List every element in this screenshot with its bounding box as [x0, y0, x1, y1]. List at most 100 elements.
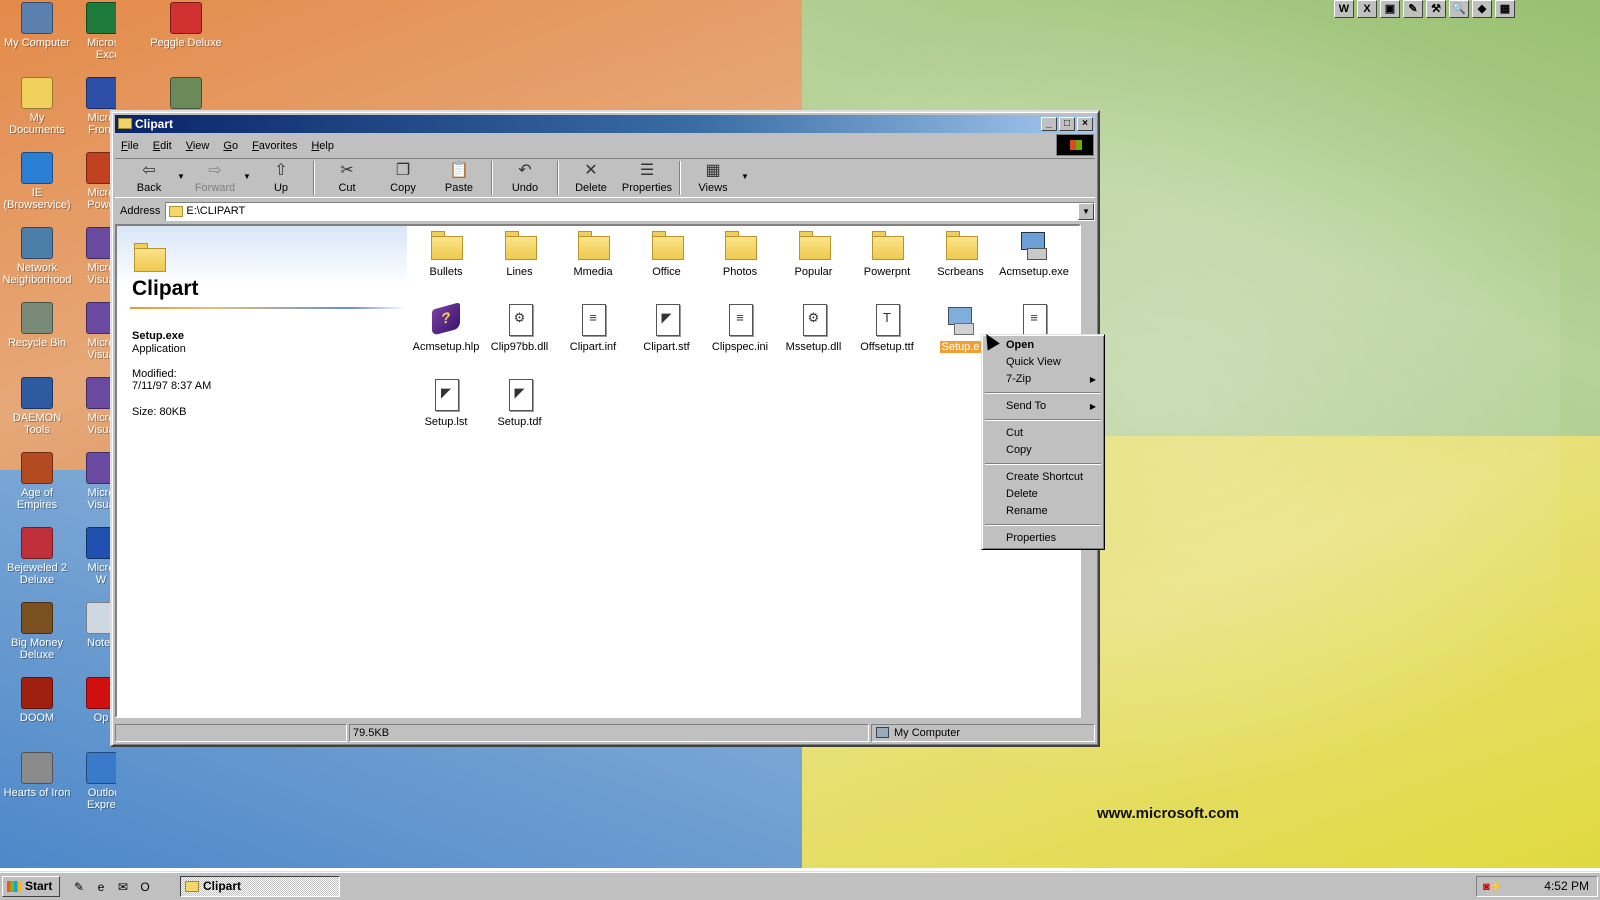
- desktop-icon-0[interactable]: My Computer: [0, 2, 74, 49]
- desktop-icon-5[interactable]: DAEMON Tools: [0, 377, 74, 436]
- menu-file[interactable]: File: [121, 140, 139, 152]
- menu-view[interactable]: View: [186, 140, 210, 152]
- file-item[interactable]: Acmsetup.exe: [997, 228, 1071, 278]
- show-desktop-icon[interactable]: ✎: [70, 878, 88, 896]
- windows-flag-icon: [7, 881, 21, 892]
- context-menu-delete[interactable]: Delete: [984, 486, 1102, 503]
- context-menu-copy[interactable]: Copy: [984, 442, 1102, 459]
- context-menu-cut[interactable]: Cut: [984, 425, 1102, 442]
- menu-edit[interactable]: Edit: [153, 140, 172, 152]
- folder-icon: [576, 228, 610, 262]
- file-item[interactable]: ⚙ Mssetup.dll: [777, 303, 851, 353]
- desktop-icon-10[interactable]: Hearts of Iron: [0, 752, 74, 799]
- menu-accelerator: V: [185, 140, 193, 152]
- file-item[interactable]: Lines: [483, 228, 557, 278]
- office-shortcut-button-0[interactable]: W: [1334, 0, 1354, 18]
- close-button[interactable]: ×: [1077, 117, 1093, 131]
- toolbar-copy-button[interactable]: ❐ Copy: [375, 159, 431, 197]
- office-shortcut-button-2[interactable]: ▣: [1380, 0, 1400, 18]
- address-dropdown-button[interactable]: ▼: [1078, 202, 1094, 220]
- file-item[interactable]: Photos: [703, 228, 777, 278]
- office-shortcut-button-4[interactable]: ⚒: [1426, 0, 1446, 18]
- file-item[interactable]: ≡ Clipart.inf: [556, 303, 630, 353]
- context-menu-quick-view[interactable]: Quick View: [984, 354, 1102, 371]
- info-folder-title: Clipart: [132, 277, 199, 300]
- file-item[interactable]: Powerpnt: [850, 228, 924, 278]
- file-item[interactable]: Bullets: [409, 228, 483, 278]
- file-item[interactable]: ◤ Clipart.stf: [630, 303, 704, 353]
- context-menu-rename[interactable]: Rename: [984, 503, 1102, 520]
- office-shortcut-button-7[interactable]: ▦: [1495, 0, 1515, 18]
- toolbar-undo-button[interactable]: ↶ Undo: [497, 159, 553, 197]
- outlook-quicklaunch-icon[interactable]: ✉: [114, 878, 132, 896]
- ie-quicklaunch-icon[interactable]: e: [92, 878, 110, 896]
- toolbar-up-button[interactable]: ⇧ Up: [253, 159, 309, 197]
- desktop-icon-label: Hearts of Iron: [3, 787, 71, 799]
- desktop-icon-c-0[interactable]: Peggle Deluxe: [149, 2, 223, 49]
- toolbar-delete-button[interactable]: ✕ Delete: [563, 159, 619, 197]
- toolbar-cut-button[interactable]: ✂ Cut: [319, 159, 375, 197]
- document-glyph: ◤: [661, 310, 672, 325]
- context-menu-open[interactable]: Open: [984, 337, 1102, 354]
- file-label: Mmedia: [573, 266, 613, 278]
- tray-volume-icon[interactable]: ◙⚡: [1483, 880, 1513, 894]
- taskbar-button-clipart[interactable]: Clipart: [180, 876, 340, 897]
- forward-dropdown-icon[interactable]: ▼: [243, 159, 253, 197]
- file-label: Photos: [722, 266, 758, 278]
- context-menu-7-zip[interactable]: 7-Zip ▶: [984, 371, 1102, 388]
- desktop-icon-label: Big Money Deluxe: [11, 637, 63, 661]
- office-shortcut-button-5[interactable]: 🔍: [1449, 0, 1469, 18]
- context-menu-send-to[interactable]: Send To ▶: [984, 398, 1102, 415]
- opera-quicklaunch-icon[interactable]: O: [136, 878, 154, 896]
- context-menu-label: Cut: [1006, 427, 1024, 439]
- menu-go[interactable]: Go: [223, 140, 238, 152]
- toolbar-views-button[interactable]: ▦ Views: [685, 159, 741, 197]
- address-input[interactable]: E:\CLIPART ▼: [165, 201, 1095, 221]
- window-titlebar[interactable]: Clipart _ □ ×: [115, 115, 1095, 133]
- file-item[interactable]: ≡ Clipspec.ini: [703, 303, 777, 353]
- file-item[interactable]: Office: [630, 228, 704, 278]
- office-shortcut-button-3[interactable]: ✎: [1403, 0, 1423, 18]
- file-item[interactable]: Popular: [777, 228, 851, 278]
- minimize-button[interactable]: _: [1041, 117, 1057, 131]
- file-item[interactable]: ◤ Setup.lst: [409, 378, 483, 428]
- file-item[interactable]: ◤ Setup.tdf: [483, 378, 557, 428]
- context-menu-label: Create Shortcut: [1006, 471, 1084, 483]
- desktop-icon-3[interactable]: Network Neighborhood: [0, 227, 74, 286]
- explorer-window[interactable]: Clipart _ □ × File Edit View Go Favorites Hel…: [110, 110, 1100, 747]
- taskbar-button-label: Clipart: [203, 879, 242, 893]
- desktop-icon-b-0[interactable]: Microsoft Excel: [86, 2, 116, 61]
- desktop-icon-9[interactable]: DOOM: [0, 677, 74, 724]
- file-item[interactable]: Mmedia: [556, 228, 630, 278]
- office-shortcut-button-6[interactable]: ◆: [1472, 0, 1492, 18]
- file-item[interactable]: Scrbeans: [924, 228, 998, 278]
- dll-document-icon: ⚙: [797, 303, 831, 337]
- start-button[interactable]: Start: [2, 876, 60, 897]
- toolbar-properties-button[interactable]: ☰ Properties: [619, 159, 675, 197]
- toolbar-back-button[interactable]: ⇦ Back: [121, 159, 177, 197]
- desktop-icon-1[interactable]: My Documents: [0, 77, 74, 136]
- maximize-button[interactable]: □: [1059, 117, 1075, 131]
- folder-content-pane[interactable]: Clipart Setup.exe Application Modified: …: [115, 224, 1081, 718]
- desktop-icon-b-10[interactable]: Outlook Express: [86, 752, 116, 811]
- toolbar-paste-button[interactable]: 📋 Paste: [431, 159, 487, 197]
- desktop-icon-2[interactable]: IE (Browservice): [0, 152, 74, 211]
- context-menu-create-shortcut[interactable]: Create Shortcut: [984, 469, 1102, 486]
- stf-document-icon: ◤: [650, 303, 684, 337]
- menu-help[interactable]: Help: [311, 140, 334, 152]
- context-menu-properties[interactable]: Properties: [984, 530, 1102, 547]
- desktop-icon-6[interactable]: Age of Empires: [0, 452, 74, 511]
- office-shortcut-button-1[interactable]: X: [1357, 0, 1377, 18]
- desktop-icon-8[interactable]: Big Money Deluxe: [0, 602, 74, 661]
- tray-clock[interactable]: 4:52 PM: [1544, 877, 1589, 896]
- views-dropdown-icon[interactable]: ▼: [741, 159, 751, 197]
- file-item[interactable]: T Offsetup.ttf: [850, 303, 924, 353]
- desktop-icon-4[interactable]: Recycle Bin: [0, 302, 74, 349]
- file-item[interactable]: Acmsetup.hlp: [409, 303, 483, 353]
- document-glyph: T: [883, 310, 891, 325]
- menu-favorites[interactable]: Favorites: [252, 140, 297, 152]
- file-item[interactable]: ⚙ Clip97bb.dll: [483, 303, 557, 353]
- desktop-icon-label: Recycle Bin: [7, 337, 67, 349]
- desktop-icon-7[interactable]: Bejeweled 2 Deluxe: [0, 527, 74, 586]
- back-dropdown-icon[interactable]: ▼: [177, 159, 187, 197]
